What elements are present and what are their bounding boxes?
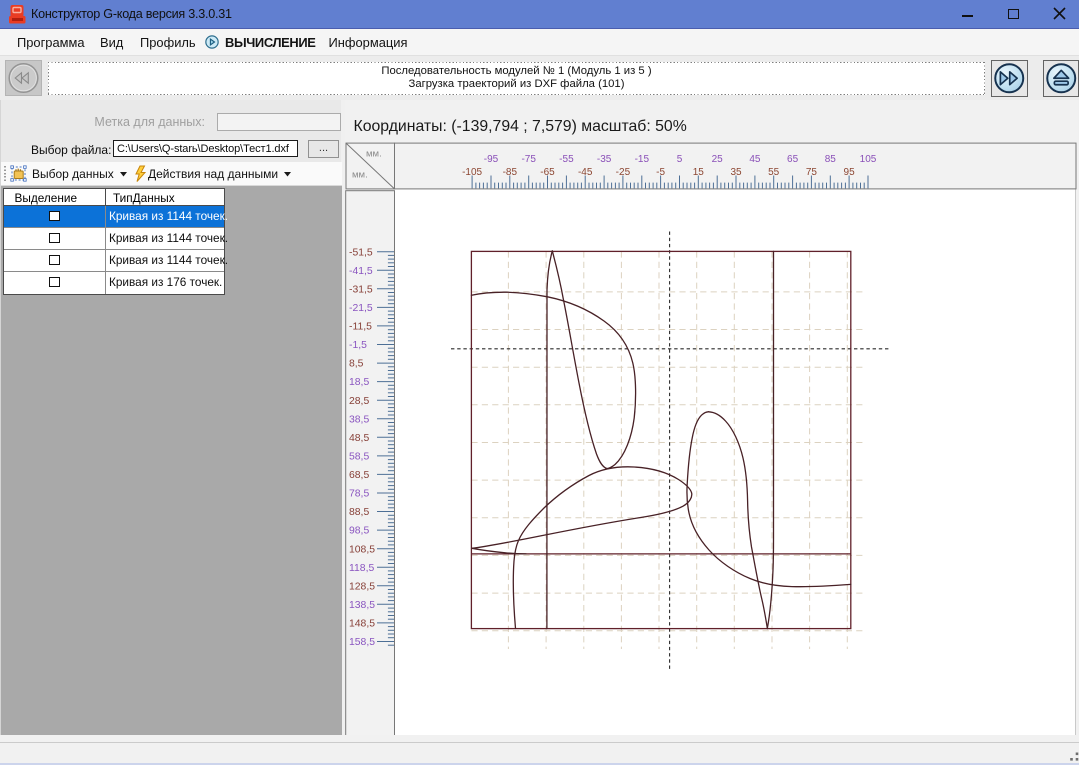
svg-text:8,5: 8,5: [349, 359, 364, 370]
svg-text:мм.: мм.: [352, 170, 368, 181]
svg-text:-31,5: -31,5: [349, 284, 373, 295]
svg-text:65: 65: [787, 154, 799, 165]
svg-text:38,5: 38,5: [349, 414, 369, 425]
svg-text:68,5: 68,5: [349, 470, 369, 481]
svg-text:-45: -45: [578, 167, 593, 178]
svg-text:28,5: 28,5: [349, 396, 369, 407]
svg-text:-85: -85: [503, 167, 518, 178]
svg-text:25: 25: [712, 154, 724, 165]
svg-text:95: 95: [844, 167, 856, 178]
svg-text:Координаты: (-139,794 ; 7,579): Координаты: (-139,794 ; 7,579) масштаб: …: [354, 118, 687, 135]
svg-text:148,5: 148,5: [349, 619, 375, 630]
svg-text:35: 35: [730, 167, 742, 178]
svg-text:-65: -65: [540, 167, 555, 178]
svg-text:-105: -105: [462, 167, 482, 178]
svg-text:15: 15: [693, 167, 705, 178]
svg-text:48,5: 48,5: [349, 433, 369, 444]
svg-text:58,5: 58,5: [349, 452, 369, 463]
svg-text:-15: -15: [635, 154, 650, 165]
svg-text:158,5: 158,5: [349, 637, 375, 648]
svg-text:88,5: 88,5: [349, 507, 369, 518]
svg-text:128,5: 128,5: [349, 581, 375, 592]
svg-text:-41,5: -41,5: [349, 266, 373, 277]
svg-text:-95: -95: [484, 154, 499, 165]
svg-text:105: 105: [860, 154, 877, 165]
svg-text:-25: -25: [616, 167, 631, 178]
svg-text:55: 55: [768, 167, 780, 178]
svg-text:-35: -35: [597, 154, 612, 165]
svg-text:45: 45: [749, 154, 761, 165]
svg-text:75: 75: [806, 167, 818, 178]
svg-text:-11,5: -11,5: [349, 322, 372, 333]
svg-text:78,5: 78,5: [349, 489, 369, 500]
svg-text:118,5: 118,5: [349, 563, 374, 574]
svg-text:85: 85: [825, 154, 837, 165]
svg-text:98,5: 98,5: [349, 526, 369, 537]
svg-text:5: 5: [677, 154, 683, 165]
svg-text:-75: -75: [521, 154, 536, 165]
svg-text:-21,5: -21,5: [349, 303, 373, 314]
svg-text:18,5: 18,5: [349, 377, 369, 388]
svg-text:-5: -5: [656, 167, 665, 178]
svg-text:138,5: 138,5: [349, 600, 375, 611]
svg-text:мм.: мм.: [366, 149, 382, 160]
svg-text:108,5: 108,5: [349, 544, 375, 555]
svg-text:-51,5: -51,5: [349, 247, 373, 258]
svg-text:-1,5: -1,5: [349, 340, 367, 351]
svg-text:-55: -55: [559, 154, 574, 165]
